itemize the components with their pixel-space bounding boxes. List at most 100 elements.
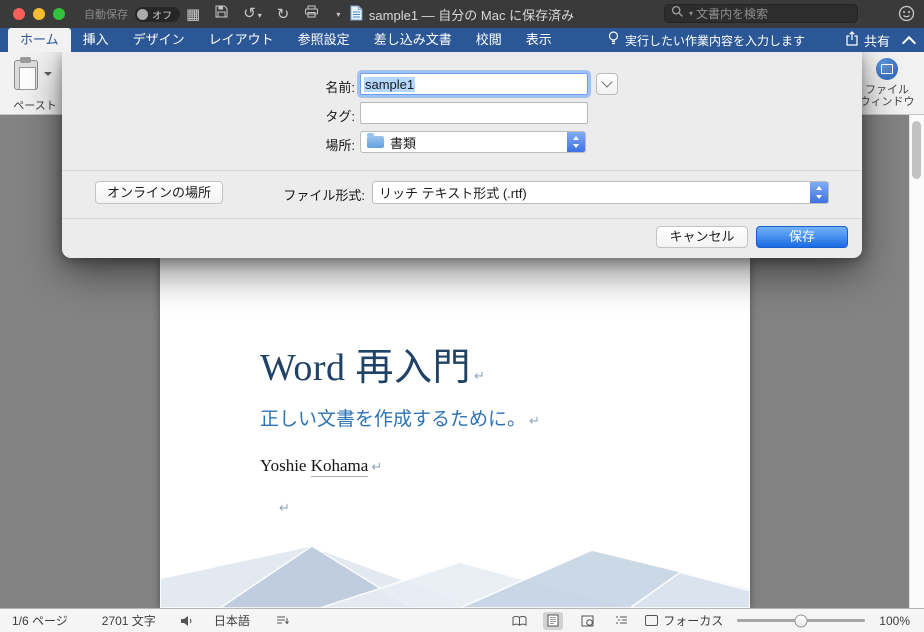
undo-icon: ↺	[243, 5, 256, 22]
search-placeholder: 文書内を検索	[696, 7, 769, 21]
paragraph-mark: ↵	[371, 460, 383, 475]
autosave-state: オフ	[152, 10, 172, 22]
char-count[interactable]: 2701 文字	[102, 612, 156, 629]
word-window: 自動保存 オフ ▦ ↺ ▾ ↻ ▾ sample1 — 自分の Mac に保存済…	[0, 0, 924, 632]
ribbon-tab-bar: ホーム 挿入 デザイン レイアウト 参照設定 差し込み文書 校閲 表示 実行した…	[0, 28, 924, 52]
print-layout-button[interactable]	[543, 611, 564, 630]
document-page: Word 再入門 ↵ 正しい文書を作成するために。 ↵ Yoshie Kohama ↵…	[160, 258, 750, 608]
focus-button[interactable]: フォーカス	[645, 612, 723, 629]
lightbulb-icon	[608, 31, 619, 49]
tab-insert[interactable]: 挿入	[71, 28, 121, 52]
cancel-button[interactable]: キャンセル	[656, 226, 748, 248]
scrollbar-thumb[interactable]	[912, 121, 921, 179]
zoom-slider[interactable]	[737, 614, 866, 627]
vertical-scrollbar[interactable]	[909, 115, 924, 608]
tab-mailings[interactable]: 差し込み文書	[362, 28, 464, 52]
cover-facet-graphic	[160, 545, 750, 608]
status-bar: 1/6 ページ 2701 文字 日本語 フォーカス 100%	[0, 608, 924, 632]
document-subtitle-text: 正しい文書を作成するために。	[260, 409, 527, 430]
titlebar: 自動保存 オフ ▦ ↺ ▾ ↻ ▾ sample1 — 自分の Mac に保存済…	[0, 0, 924, 28]
undo-dropdown-icon: ▾	[257, 11, 262, 20]
tab-layout[interactable]: レイアウト	[197, 28, 286, 52]
where-value: 書類	[390, 135, 417, 151]
redo-icon[interactable]: ↻	[277, 7, 290, 22]
clipboard-paper	[19, 67, 36, 90]
web-layout-button[interactable]	[577, 612, 597, 630]
autosave-label: 自動保存	[84, 9, 128, 21]
dropdown-arrows-icon	[810, 182, 828, 203]
paste-dropdown-icon[interactable]	[44, 72, 52, 76]
dialog-separator	[62, 170, 862, 171]
filename-input[interactable]: sample1	[360, 73, 588, 95]
minimize-window-button[interactable]	[33, 8, 45, 20]
autosave-toggle[interactable]: オフ	[135, 6, 180, 22]
expand-dialog-button[interactable]	[596, 73, 618, 95]
tab-home[interactable]: ホーム	[8, 28, 71, 52]
close-window-button[interactable]	[13, 8, 25, 20]
folder-icon	[367, 133, 384, 148]
paragraph-mark: ↵	[279, 501, 290, 516]
window-controls	[13, 8, 65, 20]
search-icon	[671, 5, 684, 23]
share-button[interactable]: 共有	[845, 28, 890, 52]
tell-me-label: 実行したい作業内容を入力します	[625, 33, 806, 48]
save-button[interactable]: 保存	[756, 226, 848, 248]
file-format-value: リッチ テキスト形式 (.rtf)	[379, 186, 527, 201]
save-icon[interactable]	[215, 5, 228, 23]
search-scope-icon: ▾	[689, 9, 694, 18]
text-direction-icon[interactable]	[276, 615, 289, 627]
page-indicator[interactable]: 1/6 ページ	[12, 612, 68, 629]
dropdown-arrows-icon	[567, 132, 585, 152]
tell-me-box[interactable]: 実行したい作業内容を入力します	[608, 28, 805, 52]
where-label: 場所:	[325, 138, 355, 153]
feedback-smiley-icon[interactable]	[898, 5, 915, 27]
tab-review[interactable]: 校閲	[464, 28, 514, 52]
author-last-name: Kohama	[310, 456, 369, 477]
window-title: sample1 — 自分の Mac に保存済み	[350, 0, 574, 28]
window-title-text: sample1 — 自分の Mac に保存済み	[368, 7, 575, 23]
tags-label: タグ:	[325, 109, 355, 124]
share-icon	[845, 31, 859, 49]
file-format-dropdown[interactable]: リッチ テキスト形式 (.rtf)	[372, 181, 829, 204]
read-mode-button[interactable]	[509, 612, 529, 630]
share-label: 共有	[863, 33, 890, 49]
language-indicator[interactable]: 日本語	[214, 612, 250, 629]
tab-references[interactable]: 参照設定	[286, 28, 362, 52]
chevron-down-icon	[601, 76, 613, 88]
focus-icon	[645, 615, 659, 626]
document-icon	[350, 5, 363, 24]
document-author: Yoshie Kohama ↵	[260, 456, 383, 477]
file-format-label: ファイル形式:	[283, 188, 365, 203]
print-icon[interactable]	[304, 5, 319, 23]
dialog-separator	[62, 218, 862, 219]
tags-input[interactable]	[360, 102, 588, 124]
document-title: Word 再入門 ↵	[260, 336, 485, 391]
name-label: 名前:	[325, 80, 355, 95]
tab-design[interactable]: デザイン	[121, 28, 197, 52]
save-dialog: 名前: sample1 タグ: 場所: 書類 オンラインの場所 ファイル形式: …	[62, 52, 862, 258]
paragraph-mark: ↵	[473, 369, 486, 384]
zoom-level[interactable]: 100%	[879, 614, 910, 628]
collapse-ribbon-icon[interactable]	[901, 35, 917, 51]
author-first-name: Yoshie	[260, 456, 311, 475]
zoom-window-button[interactable]	[53, 8, 65, 20]
paste-label: ペースト	[13, 100, 57, 112]
online-locations-button[interactable]: オンラインの場所	[95, 181, 223, 204]
speaker-icon[interactable]	[180, 615, 194, 627]
zoom-slider-knob[interactable]	[794, 614, 808, 627]
outline-view-button[interactable]	[611, 612, 631, 630]
paragraph-mark: ↵	[529, 414, 540, 429]
autosave-toggle-knob	[137, 8, 148, 20]
grid-view-icon[interactable]: ▦	[186, 7, 200, 22]
undo-button[interactable]: ↺ ▾	[243, 5, 262, 23]
tab-view[interactable]: 表示	[514, 28, 564, 52]
where-dropdown[interactable]: 書類	[360, 131, 586, 153]
qat-customize-icon[interactable]: ▾	[336, 10, 340, 19]
focus-label: フォーカス	[663, 614, 724, 628]
search-input[interactable]: ▾ 文書内を検索	[664, 4, 858, 23]
clipboard-clip	[20, 57, 31, 63]
paste-button[interactable]: ペースト	[6, 57, 64, 112]
file-window-icon	[876, 58, 898, 80]
quick-access-toolbar: ▦ ↺ ▾ ↻ ▾	[186, 0, 340, 28]
document-title-text: Word 再入門	[260, 347, 471, 389]
